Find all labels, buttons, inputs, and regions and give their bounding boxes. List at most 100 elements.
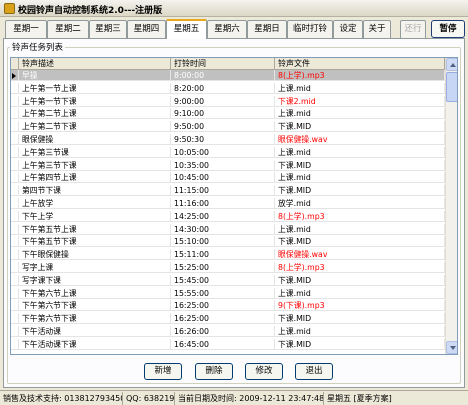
time-cell: 16:25:00 [171, 300, 275, 312]
description-cell: 上午第一节下课 [19, 95, 171, 107]
add-button[interactable]: 新增 [144, 363, 182, 380]
table-row[interactable]: 下午第五节下课 15:10:00 下课.MID [11, 236, 445, 248]
table-row[interactable]: 早操 8:00:00 8(上学).mp3 [11, 70, 445, 81]
file-cell: 下课.MID [275, 121, 445, 133]
tab-friday[interactable]: 星期五 [166, 19, 207, 39]
file-cell: 下课.MID [275, 313, 445, 325]
row-marker-cell [11, 326, 19, 337]
status-support: 销售及技术支持: 013812793450 [0, 392, 123, 405]
scroll-thumb[interactable] [446, 72, 457, 102]
table-row[interactable]: 眼保健操 9:50:30 眼保健操.wav [11, 134, 445, 145]
table-row[interactable]: 下午第五节上课 14:30:00 上课.mid [11, 223, 445, 235]
row-marker-cell [11, 121, 19, 133]
column-header-description[interactable]: 铃声描述 [19, 58, 171, 70]
scroll-up-button[interactable] [446, 58, 457, 71]
tab-monday[interactable]: 星期一 [5, 20, 47, 38]
table-row[interactable]: 下午第六节下课 16:25:00 9(下课).mp3 [11, 300, 445, 312]
column-header-file[interactable]: 铃声文件 [275, 58, 445, 70]
table-row[interactable]: 下午上学 14:25:00 8(上学).mp3 [11, 210, 445, 222]
table-row[interactable]: 第四节下课 11:15:00 下课.MID [11, 185, 445, 197]
pause-button[interactable]: 暂停 [431, 20, 465, 38]
row-marker-cell [11, 262, 19, 273]
row-marker-cell [11, 300, 19, 312]
table-row[interactable]: 上午放学 11:16:00 放学.mid [11, 198, 445, 209]
exit-button[interactable]: 退出 [295, 363, 333, 380]
description-cell: 下午活动课 [19, 326, 171, 337]
row-marker-cell [11, 82, 19, 94]
file-cell: 放学.mid [275, 198, 445, 209]
file-cell: 上课.mid [275, 287, 445, 299]
time-cell: 14:30:00 [171, 223, 275, 235]
tab-about[interactable]: 关于 [363, 20, 391, 38]
table-row[interactable]: 写字课下课 15:45:00 下课.MID [11, 274, 445, 286]
description-cell: 下午第五节下课 [19, 236, 171, 248]
table-row[interactable]: 下午活动课 16:26:00 上课.mid [11, 326, 445, 337]
tab-temp-ring[interactable]: 临时打铃 [287, 20, 333, 38]
description-cell: 眼保健操 [19, 134, 171, 145]
tab-settings[interactable]: 设定 [333, 20, 363, 38]
status-qq: QQ: 638219 [123, 392, 175, 405]
status-support-text: 销售及技术支持: 013812793450 [3, 394, 123, 403]
time-cell: 9:10:00 [171, 108, 275, 120]
description-cell: 下午第五节上课 [19, 223, 171, 235]
description-cell: 早操 [19, 70, 171, 81]
row-marker-cell [11, 313, 19, 325]
time-cell: 15:11:00 [171, 249, 275, 261]
time-cell: 15:10:00 [171, 236, 275, 248]
time-cell: 10:05:00 [171, 146, 275, 158]
tab-tuesday[interactable]: 星期二 [47, 20, 89, 38]
tab-sunday[interactable]: 星期日 [247, 20, 287, 38]
status-qq-text: QQ: 638219 [126, 394, 175, 403]
app-icon [4, 3, 15, 14]
description-cell: 上午第四节上课 [19, 172, 171, 184]
column-header-time[interactable]: 打铃时间 [171, 58, 275, 70]
file-cell: 上课.mid [275, 108, 445, 120]
time-cell: 14:25:00 [171, 210, 275, 222]
table-row[interactable]: 上午第一节上课 8:20:00 上课.mid [11, 82, 445, 94]
file-cell: 下课.MID [275, 236, 445, 248]
time-cell: 16:26:00 [171, 326, 275, 337]
description-cell: 上午放学 [19, 198, 171, 209]
time-cell: 11:16:00 [171, 198, 275, 209]
table-row[interactable]: 上午第三节下课 10:35:00 下课.MID [11, 159, 445, 171]
table-row[interactable]: 下午眼保健操 15:11:00 眼保健操.wav [11, 249, 445, 261]
ringtone-task-table: 铃声描述 打铃时间 铃声文件 早操 8:00:00 8(上学).mp3 上午第一节上课… [10, 57, 458, 355]
description-cell: 写字上课 [19, 262, 171, 273]
edit-button[interactable]: 修改 [245, 363, 283, 380]
arrow-down-icon [450, 346, 456, 350]
row-marker-cell [11, 172, 19, 184]
tab-thursday[interactable]: 星期四 [127, 20, 166, 38]
delete-button[interactable]: 删除 [195, 363, 233, 380]
description-cell: 上午第二节下课 [19, 121, 171, 133]
description-cell: 第四节下课 [19, 185, 171, 197]
table-row[interactable]: 写字上课 15:25:00 8(上学).mp3 [11, 262, 445, 273]
time-cell: 16:25:00 [171, 313, 275, 325]
row-marker-cell [11, 198, 19, 209]
scroll-down-button[interactable] [446, 341, 457, 354]
table-row[interactable]: 上午第三节课 10:05:00 上课.mid [11, 146, 445, 158]
tab-wednesday[interactable]: 星期三 [89, 20, 127, 38]
table-row[interactable]: 下午活动课下课 16:45:00 下课.MID [11, 338, 445, 350]
title-bar: 校园铃声自动控制系统2.0---注册版 [0, 0, 468, 17]
table-row[interactable]: 上午第一节下课 9:00:00 下课2.mid [11, 95, 445, 107]
tab-saturday[interactable]: 星期六 [207, 20, 247, 38]
description-cell: 写字课下课 [19, 274, 171, 286]
time-cell: 16:45:00 [171, 338, 275, 350]
time-cell: 9:50:30 [171, 134, 275, 145]
row-marker-cell [11, 210, 19, 222]
table-row[interactable]: 上午第四节上课 10:45:00 上课.mid [11, 172, 445, 184]
file-cell: 眼保健操.wav [275, 249, 445, 261]
time-cell: 9:50:00 [171, 121, 275, 133]
table-row[interactable]: 下午第六节上课 15:55:00 上课.mid [11, 287, 445, 299]
vertical-scrollbar[interactable] [445, 58, 457, 354]
description-cell: 上午第三节课 [19, 146, 171, 158]
file-cell: 眼保健操.wav [275, 134, 445, 145]
status-weekday-text: 星期五 [夏季方案] [327, 394, 392, 403]
table-row[interactable]: 上午第二节下课 9:50:00 下课.MID [11, 121, 445, 133]
description-cell: 下午第六节下课 [19, 313, 171, 325]
tab-extra[interactable]: 还行 [400, 20, 426, 38]
description-cell: 上午第一节上课 [19, 82, 171, 94]
table-row[interactable]: 下午第六节下课 16:25:00 下课.MID [11, 313, 445, 325]
time-cell: 10:45:00 [171, 172, 275, 184]
table-row[interactable]: 上午第二节上课 9:10:00 上课.mid [11, 108, 445, 120]
